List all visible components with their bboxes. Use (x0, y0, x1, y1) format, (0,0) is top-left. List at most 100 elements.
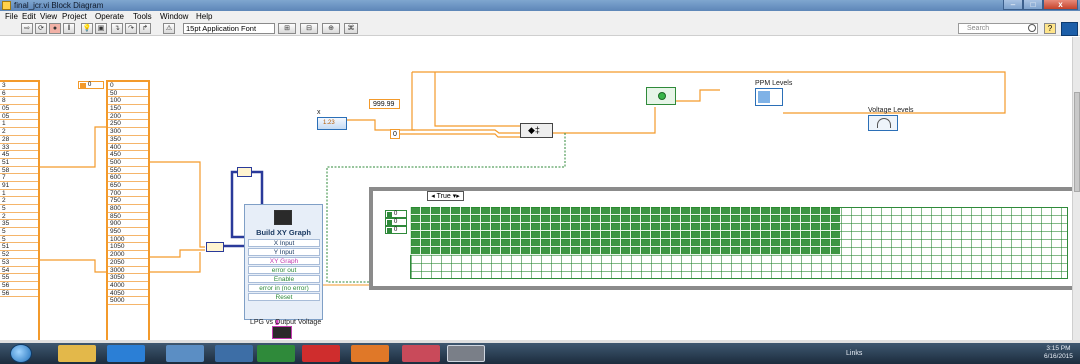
distribute-objects-icon[interactable]: ⊟ (300, 23, 318, 34)
error-out-terminal[interactable]: error out (248, 266, 320, 274)
firefox-icon[interactable] (351, 345, 389, 362)
constant-zero[interactable]: 0 (390, 129, 400, 139)
array-left-cell: 28 (0, 136, 38, 144)
array-left[interactable]: 3 6 8 05 05 1 2 28 33 45 51 58 7 91 1 2 … (0, 80, 40, 340)
case-selector-value: True (436, 193, 451, 200)
array-right-cell: 950 (108, 228, 148, 236)
array-right-cell: 350 (108, 136, 148, 144)
array-index-left[interactable]: 0 (78, 81, 104, 89)
enable-terminal[interactable]: Enable (248, 275, 320, 283)
case-index-constant[interactable]: 0 (385, 210, 407, 218)
reset-terminal[interactable]: Reset (248, 293, 320, 301)
step-over-icon[interactable]: ↷ (125, 23, 137, 34)
array-left-cell: 51 (0, 159, 38, 167)
array-left-cell: 91 (0, 182, 38, 190)
search-input[interactable]: Search (958, 23, 1038, 34)
case-selector-left-arrow[interactable]: ◂ (431, 193, 435, 200)
menu-view[interactable]: View (40, 11, 57, 22)
scrollbar-thumb[interactable] (1074, 92, 1080, 192)
menu-file[interactable]: File (5, 11, 18, 22)
vi-context-icon[interactable] (1061, 22, 1078, 36)
array-right-cell: 850 (108, 213, 148, 221)
bundle-node-bottom[interactable] (206, 242, 224, 252)
clock[interactable]: 3:15 PM 6/16/2015 (1044, 345, 1073, 361)
opera-icon[interactable] (302, 345, 340, 362)
paint-icon[interactable] (402, 345, 440, 362)
case-index-constant[interactable]: 0 (385, 218, 407, 226)
abort-icon[interactable]: ● (49, 23, 61, 34)
run-arrow-icon[interactable]: ⇨ (21, 23, 33, 34)
array-right-cell: 3050 (108, 274, 148, 282)
table-icon (758, 91, 770, 103)
y-input-terminal[interactable]: Y Input (248, 248, 320, 256)
media-player-icon[interactable] (215, 345, 253, 362)
vertical-scrollbar[interactable] (1072, 37, 1080, 340)
pause-icon[interactable]: ǁ (63, 23, 75, 34)
reorder-icon[interactable]: ⊕ (322, 23, 340, 34)
array-right-cell: 600 (108, 174, 148, 182)
bundle-node-top[interactable] (237, 167, 252, 177)
file-explorer-icon[interactable] (58, 345, 96, 362)
array-right-cell: 2050 (108, 259, 148, 267)
array-left-cell: 51 (0, 243, 38, 252)
array-left-cell: 45 (0, 151, 38, 159)
align-objects-icon[interactable]: ⊞ (278, 23, 296, 34)
array-left-cell: 3 (0, 82, 38, 90)
case-selector[interactable]: ◂ True ▾▸ (427, 191, 464, 201)
block-diagram-canvas[interactable]: 0 3 6 8 05 05 1 2 28 33 45 51 58 7 91 1 … (0, 37, 1072, 340)
array-left-cell: 2 (0, 128, 38, 136)
menu-help[interactable]: Help (196, 11, 212, 22)
internet-explorer-icon[interactable] (107, 345, 145, 362)
network-app-icon[interactable] (257, 345, 295, 362)
ppm-levels-terminal[interactable] (755, 88, 783, 106)
array-right-cell: 1000 (108, 236, 148, 244)
array-left-cell: 8 (0, 97, 38, 106)
clean-up-diagram-icon[interactable]: ⌘ (344, 23, 358, 34)
step-into-icon[interactable]: ↴ (111, 23, 123, 34)
boolean-array-true-fill (410, 207, 840, 255)
xy-graph-terminal[interactable]: XY Graph (248, 257, 320, 265)
in-range-icon: ◆‡ (528, 125, 540, 135)
array-left-cell: 52 (0, 251, 38, 259)
run-continuously-icon[interactable]: ⟳ (35, 23, 47, 34)
build-xy-graph-node[interactable]: Build XY Graph X Input Y Input XY Graph … (244, 204, 323, 320)
help-icon[interactable]: ? (1044, 23, 1056, 34)
warning-icon[interactable]: ⚠ (163, 23, 175, 34)
font-select[interactable]: 15pt Application Font (183, 23, 275, 34)
start-button[interactable] (10, 344, 32, 363)
links-toolbar[interactable]: Links (846, 350, 862, 357)
search-icon[interactable] (1028, 24, 1036, 32)
minimize-button[interactable]: – (1003, 0, 1023, 10)
array-left-cell: 1 (0, 190, 38, 198)
constant-999[interactable]: 999.99 (369, 99, 400, 109)
in-range-coerce-node[interactable]: ◆‡ (520, 123, 553, 138)
dbl-numeric-terminal[interactable]: 1.23 (317, 117, 347, 130)
error-in-terminal[interactable]: error in (no error) (248, 284, 320, 292)
case-selector-dropdown-icon[interactable]: ▾▸ (453, 193, 460, 200)
xy-graph-terminal-icon[interactable] (272, 326, 292, 339)
x-input-terminal[interactable]: X Input (248, 239, 320, 247)
labview-block-diagram-task[interactable] (447, 345, 485, 362)
voltage-gauge-terminal[interactable] (868, 115, 898, 131)
menu-tools[interactable]: Tools (133, 11, 152, 22)
labview-window: final_jcr.vi Block Diagram – □ x File Ed… (0, 0, 1080, 364)
array-left-cell: 56 (0, 290, 38, 298)
retain-wire-values-icon[interactable]: ▣ (95, 23, 107, 34)
labview-icon[interactable] (166, 345, 204, 362)
array-right[interactable]: 0 50 100 150 200 250 300 350 400 450 500… (106, 80, 150, 340)
boolean-led-terminal[interactable] (646, 87, 676, 105)
array-right-cell: 3000 (108, 267, 148, 275)
case-index-constant[interactable]: 0 (385, 226, 407, 234)
toolbar: ⇨ ⟳ ● ǁ 💡 ▣ ↴ ↷ ↱ ⚠ 15pt Application Fon… (0, 22, 1080, 36)
highlight-execution-icon[interactable]: 💡 (81, 23, 93, 34)
step-out-icon[interactable]: ↱ (139, 23, 151, 34)
array-left-cell: 2 (0, 197, 38, 205)
menu-operate[interactable]: Operate (95, 11, 124, 22)
maximize-button[interactable]: □ (1023, 0, 1043, 10)
close-button[interactable]: x (1043, 0, 1078, 10)
array-right-cell: 250 (108, 120, 148, 129)
menu-window[interactable]: Window (160, 11, 188, 22)
array-right-cell: 800 (108, 205, 148, 213)
menu-edit[interactable]: Edit (22, 11, 36, 22)
menu-project[interactable]: Project (62, 11, 87, 22)
